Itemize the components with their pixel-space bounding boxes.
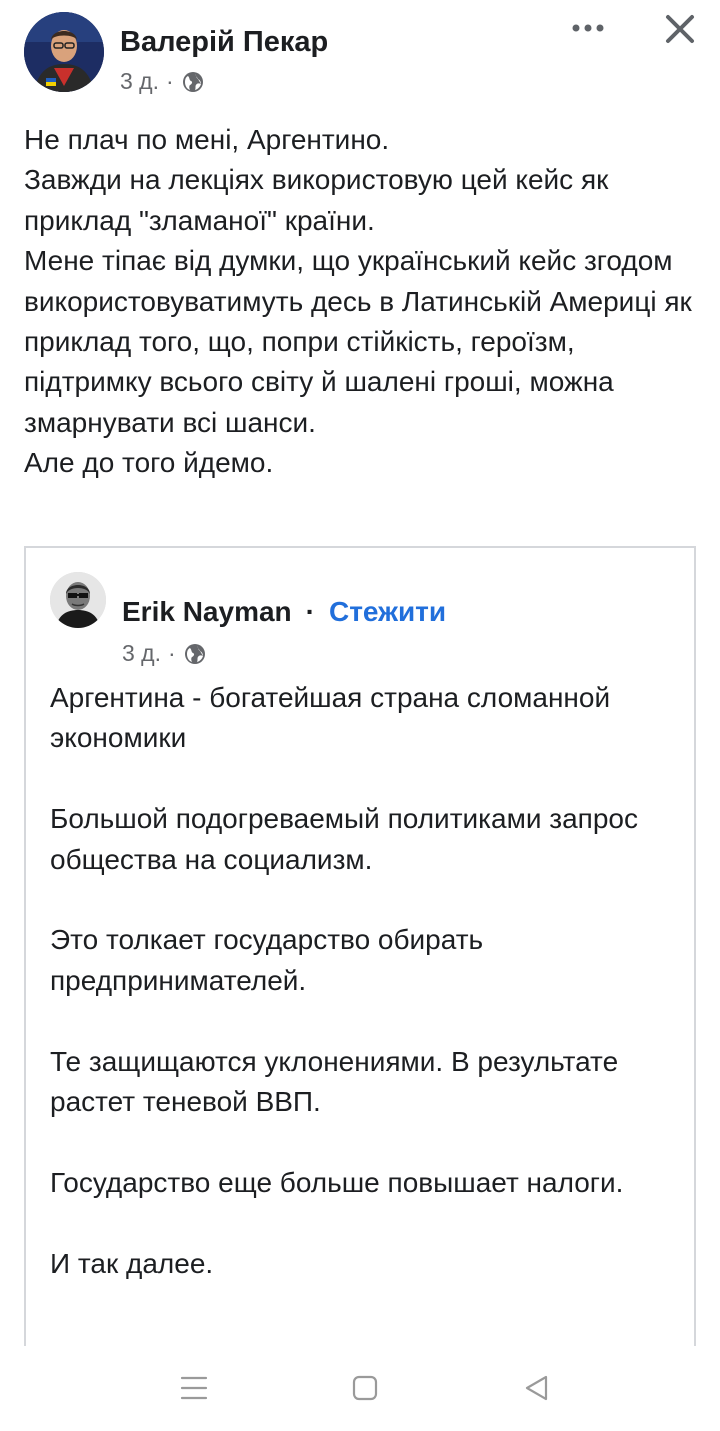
- meta-separator: ·: [168, 640, 176, 666]
- post-line: Завжди на лекціях використовую цей кейс …: [24, 164, 609, 236]
- close-button[interactable]: [660, 12, 700, 46]
- menu-icon: [180, 1376, 208, 1400]
- shared-post-text: Аргентина - богатейшая страна сломанной …: [50, 678, 670, 1324]
- post-line: Мене тіпає від думки, що український кей…: [24, 245, 692, 438]
- home-square-icon: [352, 1375, 378, 1401]
- system-navigation-bar: [0, 1346, 720, 1431]
- follow-button[interactable]: Стежити: [329, 596, 446, 628]
- name-separator: ·: [305, 596, 315, 627]
- shared-author-name[interactable]: Erik Nayman: [122, 596, 292, 628]
- post-line: Але до того йдемо.: [24, 447, 274, 479]
- shared-paragraph: Большой подогреваемый политиками запрос …: [50, 803, 638, 875]
- back-button[interactable]: [516, 1368, 556, 1408]
- post-text: Не плач по мені, Аргентино. Завжди на ле…: [24, 120, 696, 484]
- author-name[interactable]: Валерій Пекар: [120, 26, 328, 59]
- globe-icon: [183, 642, 207, 666]
- author-avatar[interactable]: [24, 12, 104, 92]
- shared-author-avatar[interactable]: [50, 572, 106, 628]
- shared-post-card[interactable]: Erik Nayman · Стежити 3 д. · Аргентина -…: [24, 546, 696, 1346]
- close-icon: [666, 15, 694, 43]
- shared-author-row: Erik Nayman · Стежити: [122, 596, 446, 628]
- shared-paragraph: Аргентина - богатейшая страна сломанной …: [50, 682, 611, 754]
- post-header: Валерій Пекар 3 д. ·: [24, 12, 696, 95]
- home-button[interactable]: [345, 1368, 385, 1408]
- more-options-button[interactable]: [568, 14, 608, 42]
- post-time[interactable]: 3 д.: [120, 68, 159, 95]
- back-triangle-icon: [525, 1375, 548, 1401]
- shared-paragraph: И так далее.: [50, 1247, 214, 1279]
- post-meta: 3 д. ·: [120, 68, 205, 95]
- shared-post-header: Erik Nayman · Стежити 3 д. ·: [50, 572, 670, 666]
- shared-post-time[interactable]: 3 д.: [122, 640, 161, 667]
- shared-paragraph: Государство еще больше повышает налоги.: [50, 1166, 624, 1198]
- shared-paragraph: Те защищаются уклонениями. В результате …: [50, 1045, 619, 1118]
- shared-paragraph: Это толкает государство обирать предприн…: [50, 924, 484, 996]
- post-line: Не плач по мені, Аргентино.: [24, 124, 390, 155]
- recent-apps-button[interactable]: [174, 1368, 214, 1408]
- shared-post-meta: 3 д. ·: [122, 640, 207, 667]
- more-options-icon: [572, 24, 604, 32]
- meta-separator: ·: [166, 68, 174, 94]
- globe-icon: [181, 70, 205, 94]
